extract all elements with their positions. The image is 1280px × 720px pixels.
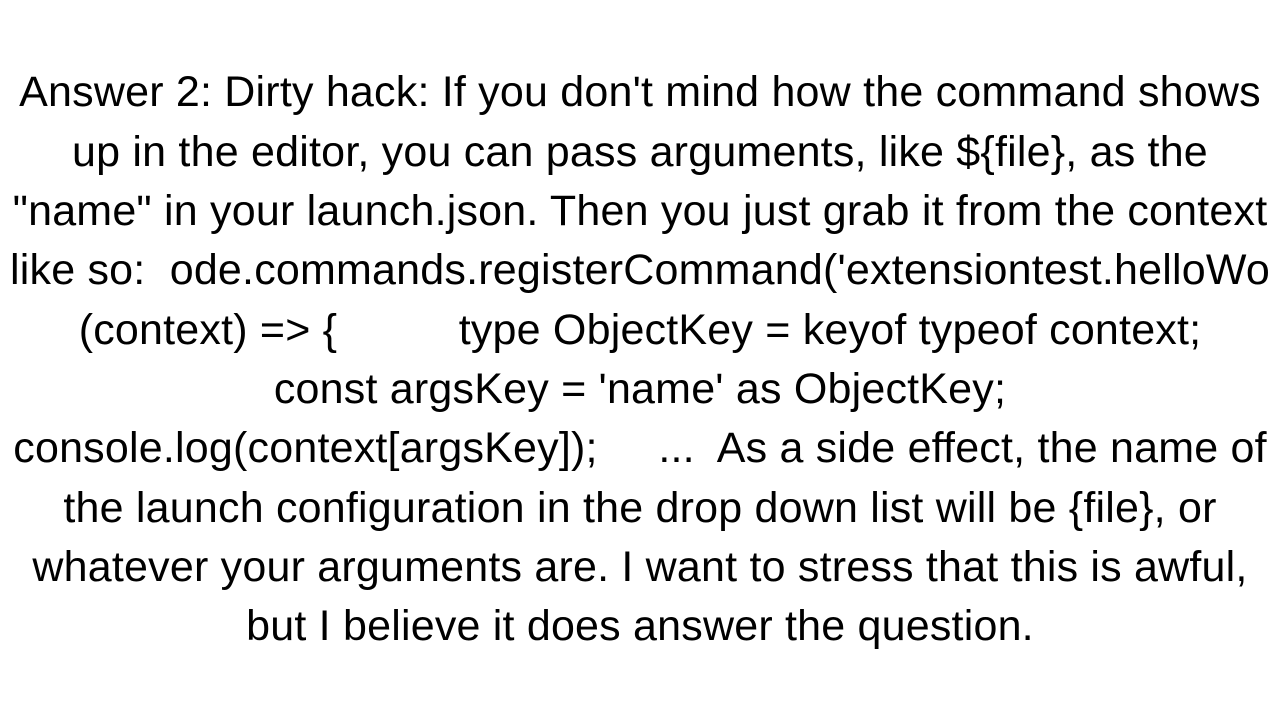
answer-text-block: Answer 2: Dirty hack: If you don't mind … bbox=[0, 0, 1280, 720]
answer-text: Answer 2: Dirty hack: If you don't mind … bbox=[0, 63, 1280, 656]
